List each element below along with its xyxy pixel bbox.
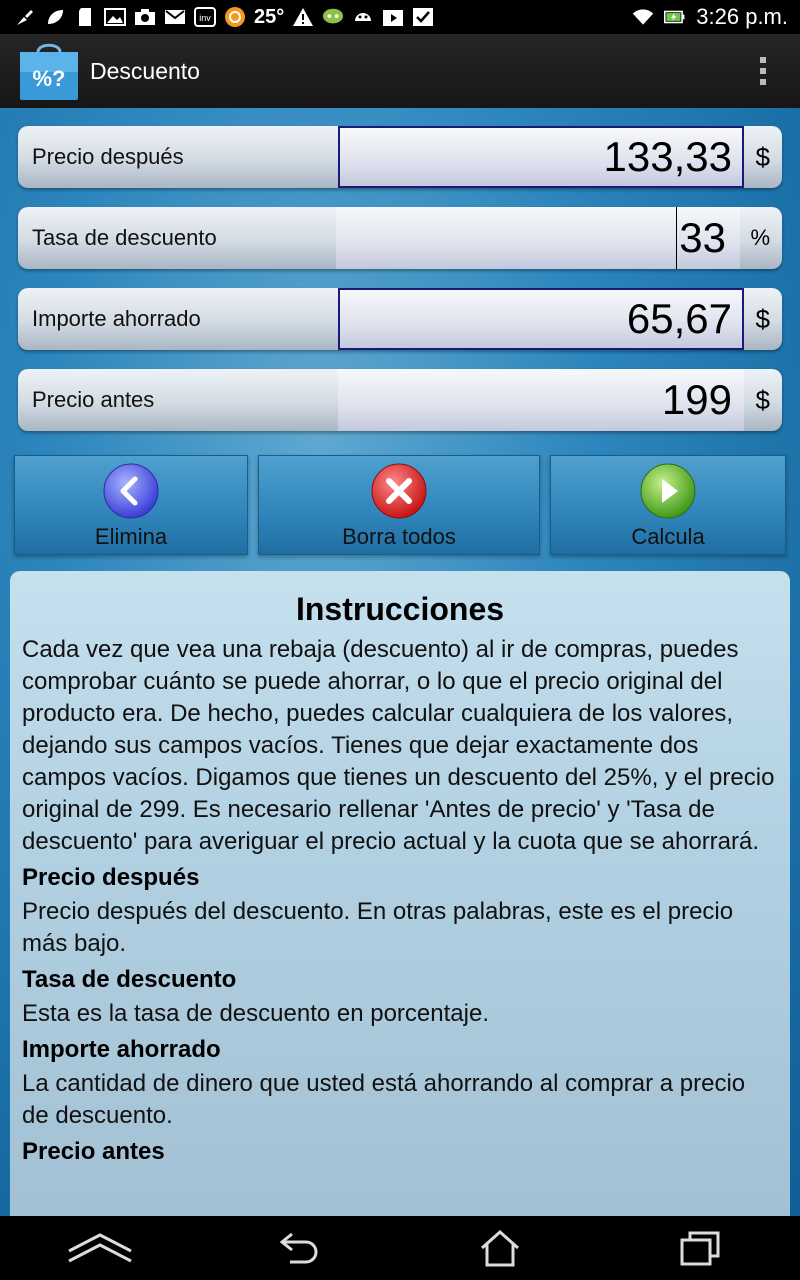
camera-icon: [134, 7, 156, 27]
paint-icon: [14, 7, 36, 27]
clear-all-button-label: Borra todos: [342, 524, 456, 549]
inv-icon: inv: [194, 7, 216, 27]
play-store-icon: [382, 7, 404, 27]
instructions-title: Instrucciones: [295, 591, 505, 627]
section-text: Esta es la tasa de descuento en porcenta…: [22, 1000, 489, 1027]
overflow-menu-icon[interactable]: [760, 57, 766, 85]
calculate-button-label: Calcula: [631, 524, 705, 549]
check-box-icon: [412, 7, 434, 27]
temperature-text: 25°: [254, 5, 285, 28]
field-row-price-before: Precio antes 199 $: [18, 369, 782, 431]
home-button[interactable]: [465, 1223, 535, 1273]
unit-label: $: [755, 304, 770, 334]
wifi-icon: [632, 7, 654, 27]
section-heading: Precio después: [22, 864, 200, 891]
leaf-icon: [44, 7, 66, 27]
unit-label: $: [755, 385, 770, 415]
field-label: Tasa de descuento: [32, 225, 217, 250]
field-row-amount-saved: Importe ahorrado 65,67 $: [18, 288, 782, 350]
field-label: Importe ahorrado: [32, 306, 201, 331]
app-title: Descuento: [90, 57, 200, 84]
warning-icon: [292, 7, 314, 27]
unit-label: $: [755, 142, 770, 172]
android-icon: [352, 7, 374, 27]
orange-app-icon: [224, 7, 246, 27]
field-label: Precio antes: [32, 387, 155, 412]
up-arrow-button[interactable]: [65, 1223, 135, 1273]
gmail-icon: [164, 7, 186, 27]
navigation-bar: [0, 1216, 800, 1280]
unit-label: %: [750, 225, 770, 250]
recent-apps-icon: [680, 1231, 720, 1266]
section-heading: Tasa de descuento: [22, 966, 237, 993]
back-icon: [279, 1232, 318, 1264]
back-button[interactable]: [265, 1223, 335, 1273]
recent-apps-button[interactable]: [665, 1223, 735, 1273]
delete-button-label: Elimina: [94, 524, 168, 549]
section-heading: Importe ahorrado: [22, 1036, 221, 1063]
svg-text:inv: inv: [199, 13, 211, 23]
sd-card-icon: [74, 7, 96, 27]
close-icon: [371, 463, 427, 519]
chevron-up-icon: [68, 1233, 132, 1263]
discount-rate-input[interactable]: 33: [336, 207, 740, 269]
amount-saved-input[interactable]: 65,67: [338, 288, 744, 350]
price-after-input[interactable]: 133,33: [338, 126, 744, 188]
field-label: Precio después: [32, 144, 184, 169]
price-before-input[interactable]: 199: [338, 369, 744, 431]
battery-charging-icon: [664, 7, 686, 27]
delete-button[interactable]: Elimina: [14, 455, 248, 555]
chat-icon: [322, 7, 344, 27]
text-cursor: [676, 207, 677, 269]
play-icon: [640, 463, 696, 519]
clock-text: 3:26 p.m.: [696, 4, 788, 29]
section-heading: Precio antes: [22, 1138, 165, 1165]
home-icon: [481, 1229, 519, 1267]
back-arrow-icon: [103, 463, 159, 519]
image-icon: [104, 7, 126, 27]
action-bar: %? Descuento: [0, 34, 800, 110]
instructions-panel: Instrucciones Cada vez que vea una rebaj…: [10, 571, 790, 1231]
calculate-button[interactable]: Calcula: [550, 455, 786, 555]
field-row-discount-rate: Tasa de descuento 33 %: [18, 207, 782, 269]
app-logo-icon: %?: [18, 40, 80, 102]
section-text: La cantidad de dinero que usted está aho…: [22, 1070, 746, 1129]
section-text: Precio después del descuento. En otras p…: [22, 898, 734, 957]
clear-all-button[interactable]: Borra todos: [258, 455, 540, 555]
status-bar: inv 25° 3:26 p.m.: [0, 0, 800, 34]
svg-text:%?: %?: [33, 66, 66, 91]
field-row-price-after: Precio después 133,33 $: [18, 126, 782, 188]
instructions-intro: Cada vez que vea una rebaja (descuento) …: [22, 636, 775, 855]
